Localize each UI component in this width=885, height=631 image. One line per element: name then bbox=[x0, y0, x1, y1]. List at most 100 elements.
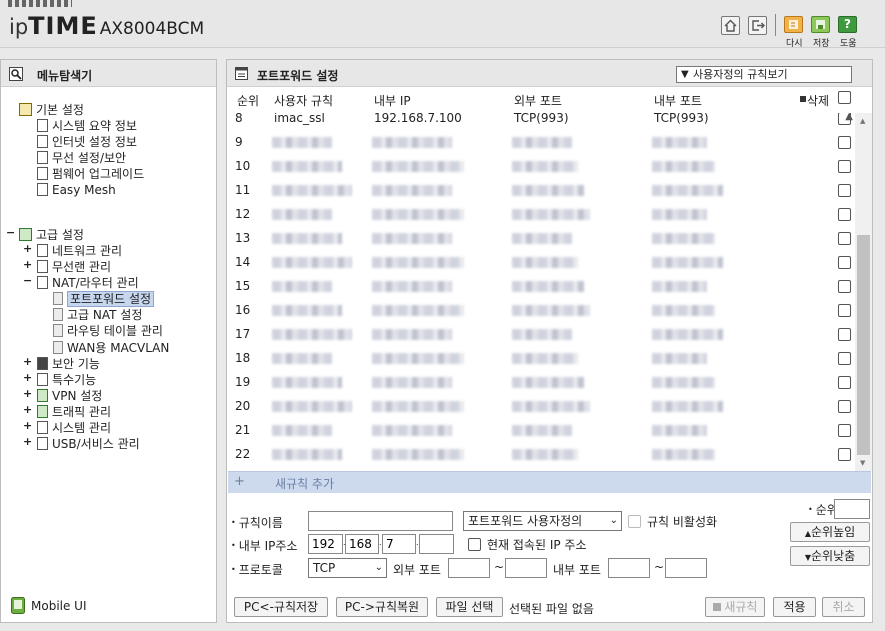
tree-basic-settings[interactable]: 기본 설정 bbox=[19, 102, 84, 118]
table-row[interactable]: 16 bbox=[227, 299, 855, 323]
tree-firmware-upgrade[interactable]: 펌웨어 업그레이드 bbox=[37, 166, 144, 182]
tree-usb-service[interactable]: USB/서비스 관리 bbox=[37, 436, 140, 452]
ip-octet-2[interactable] bbox=[345, 534, 379, 554]
ip-octet-1[interactable] bbox=[308, 534, 343, 554]
tree-easy-mesh[interactable]: Easy Mesh bbox=[37, 182, 116, 198]
chevron-up-icon[interactable]: ▲ bbox=[845, 113, 853, 122]
redacted-cell bbox=[372, 185, 452, 196]
row-checkbox[interactable] bbox=[838, 328, 851, 341]
folder-icon bbox=[19, 228, 32, 241]
pc-restore-button[interactable]: PC->규칙복원 bbox=[336, 597, 428, 617]
row-checkbox[interactable] bbox=[838, 280, 851, 293]
restart-icon[interactable] bbox=[784, 16, 803, 33]
row-checkbox[interactable] bbox=[838, 208, 851, 221]
table-row[interactable]: 18 bbox=[227, 347, 855, 371]
logout-icon[interactable] bbox=[748, 16, 767, 35]
row-checkbox[interactable] bbox=[838, 256, 851, 269]
rank-up-button[interactable]: ▲순위높임 bbox=[790, 522, 870, 542]
ext-port-end[interactable] bbox=[505, 558, 547, 578]
row-checkbox[interactable] bbox=[838, 160, 851, 173]
table-scrollbar[interactable]: ▲ ▼ bbox=[855, 113, 872, 471]
table-row[interactable]: 13 bbox=[227, 227, 855, 251]
tree-advanced-settings[interactable]: 고급 설정 bbox=[19, 227, 84, 243]
tree-special[interactable]: 특수기능 bbox=[37, 372, 96, 388]
table-row[interactable]: 8 imac_ssl 192.168.7.100 TCP(993) TCP(99… bbox=[227, 113, 855, 131]
tree-system-summary[interactable]: 시스템 요약 정보 bbox=[37, 118, 137, 134]
int-port-start[interactable] bbox=[608, 558, 650, 578]
new-rule-button[interactable]: 새규칙 bbox=[705, 597, 765, 617]
tree-internet-info[interactable]: 인터넷 설정 정보 bbox=[37, 134, 137, 150]
ip-octet-4[interactable] bbox=[419, 534, 454, 554]
delete-icon bbox=[800, 96, 806, 102]
cancel-button[interactable]: 취소 bbox=[822, 597, 865, 617]
expand-icon[interactable]: + bbox=[23, 403, 32, 416]
tree-wireless-management[interactable]: 무선랜 관리 bbox=[37, 259, 111, 275]
row-checkbox[interactable] bbox=[838, 136, 851, 149]
table-row[interactable]: 9 bbox=[227, 131, 855, 155]
select-all-checkbox[interactable] bbox=[838, 91, 851, 104]
row-checkbox[interactable] bbox=[838, 352, 851, 365]
rank-down-button[interactable]: ▼순위낮춤 bbox=[790, 546, 870, 566]
pc-save-button[interactable]: PC<-규칙저장 bbox=[234, 597, 328, 617]
tree-nat-router[interactable]: NAT/라우터 관리 bbox=[37, 275, 139, 291]
scroll-down-icon[interactable]: ▼ bbox=[860, 459, 865, 467]
table-row[interactable]: 15 bbox=[227, 275, 855, 299]
disable-rule-checkbox[interactable] bbox=[628, 515, 641, 528]
row-checkbox[interactable] bbox=[838, 376, 851, 389]
current-ip-checkbox[interactable] bbox=[468, 538, 481, 551]
expand-icon[interactable]: + bbox=[23, 419, 32, 432]
table-row[interactable]: 11 bbox=[227, 179, 855, 203]
rule-name-input[interactable] bbox=[308, 511, 453, 531]
tree-traffic[interactable]: 트래픽 관리 bbox=[37, 404, 111, 420]
expand-icon[interactable]: + bbox=[23, 435, 32, 448]
ext-port-start[interactable] bbox=[448, 558, 490, 578]
expand-icon[interactable]: + bbox=[23, 242, 32, 255]
collapse-icon[interactable]: − bbox=[6, 226, 15, 239]
tree-system[interactable]: 시스템 관리 bbox=[37, 420, 111, 436]
save-icon[interactable] bbox=[811, 16, 830, 33]
expand-icon[interactable]: + bbox=[23, 387, 32, 400]
tree-advanced-nat[interactable]: 고급 NAT 설정 bbox=[53, 307, 142, 323]
rule-type-select[interactable]: 포트포워드 사용자정의 ⌄ bbox=[463, 511, 622, 531]
tree-vpn[interactable]: VPN 설정 bbox=[37, 388, 102, 404]
scroll-up-icon[interactable]: ▲ bbox=[860, 117, 865, 125]
table-row[interactable]: 19 bbox=[227, 371, 855, 395]
table-row[interactable]: 20 bbox=[227, 395, 855, 419]
row-checkbox[interactable] bbox=[838, 232, 851, 245]
home-icon[interactable] bbox=[721, 16, 740, 35]
collapse-icon[interactable]: − bbox=[23, 274, 32, 287]
tree-security[interactable]: 보안 기능 bbox=[37, 356, 100, 372]
rule-view-select[interactable]: ▼ 사용자정의 규칙보기 bbox=[676, 66, 852, 83]
int-port-end[interactable] bbox=[665, 558, 707, 578]
mobile-icon bbox=[11, 597, 25, 614]
table-row[interactable]: 14 bbox=[227, 251, 855, 275]
table-row[interactable]: 21 bbox=[227, 419, 855, 443]
apply-button[interactable]: 적용 bbox=[773, 597, 816, 617]
tree-port-forward[interactable]: 포트포워드 설정 bbox=[53, 291, 155, 307]
table-row[interactable]: 12 bbox=[227, 203, 855, 227]
row-checkbox[interactable] bbox=[838, 400, 851, 413]
expand-icon[interactable]: + bbox=[23, 355, 32, 368]
expand-icon[interactable]: + bbox=[23, 258, 32, 271]
tree-wireless-security[interactable]: 무선 설정/보안 bbox=[37, 150, 126, 166]
row-checkbox[interactable] bbox=[838, 304, 851, 317]
scroll-thumb[interactable] bbox=[857, 235, 870, 455]
tree-network-management[interactable]: 네트워크 관리 bbox=[37, 243, 122, 259]
row-checkbox[interactable] bbox=[838, 448, 851, 461]
mobile-ui-link[interactable]: Mobile UI bbox=[11, 597, 87, 614]
tree-wan-macvlan[interactable]: WAN용 MACVLAN bbox=[53, 340, 169, 356]
row-checkbox[interactable] bbox=[838, 424, 851, 437]
rank-input[interactable] bbox=[834, 499, 870, 519]
expand-icon[interactable]: + bbox=[23, 371, 32, 384]
table-row[interactable]: 22 bbox=[227, 443, 855, 467]
protocol-select[interactable]: TCP ⌄ bbox=[308, 558, 387, 578]
add-rule-bar[interactable]: + 새규칙 추가 bbox=[228, 471, 871, 493]
row-checkbox[interactable] bbox=[838, 184, 851, 197]
table-row[interactable]: 10 bbox=[227, 155, 855, 179]
help-icon[interactable]: ? bbox=[838, 16, 857, 33]
ip-octet-3[interactable] bbox=[382, 534, 416, 554]
table-row[interactable]: 17 bbox=[227, 323, 855, 347]
window-icon bbox=[235, 67, 248, 80]
tree-routing-table[interactable]: 라우팅 테이블 관리 bbox=[53, 323, 163, 339]
file-select-button[interactable]: 파일 선택 bbox=[436, 597, 503, 617]
